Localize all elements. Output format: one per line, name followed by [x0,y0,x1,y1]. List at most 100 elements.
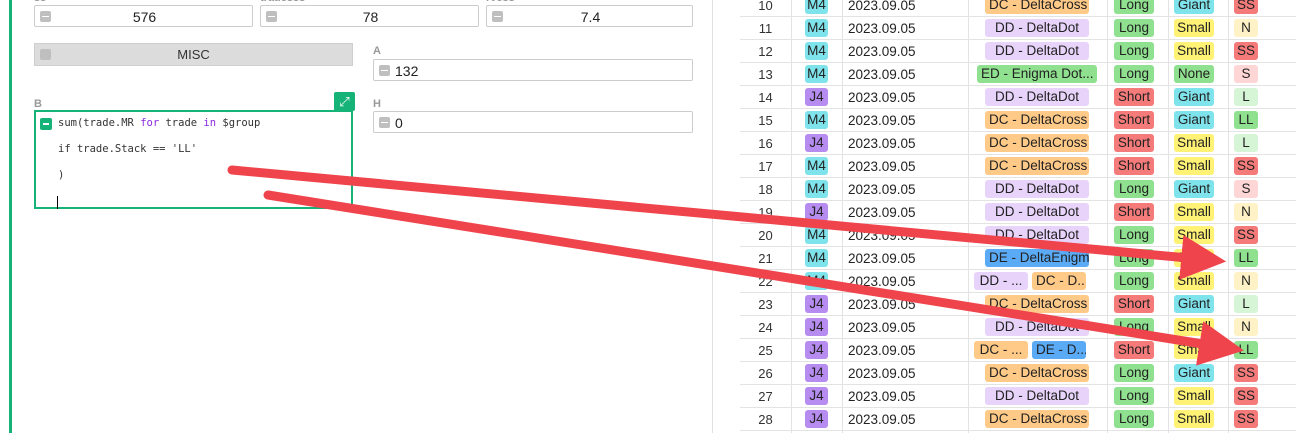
size-chip: Small [1174,203,1214,221]
table-row[interactable]: 14 J4 2023.09.05 DD - DeltaDot Short Giant L [740,86,1296,109]
direction-chip: Short [1114,88,1154,106]
account-chip: J4 [805,88,828,106]
date-cell: 2023.09.05 [848,274,916,289]
cell-type-icon [40,49,51,60]
size-chip: None [1174,65,1214,83]
date-cell: 2023.09.05 [848,366,916,381]
table-row[interactable]: 19 J4 2023.09.05 DD - DeltaDot Short Small N [740,201,1296,224]
table-row[interactable]: 28 J4 2023.09.05 DC - DeltaCross Long Small SS [740,408,1296,431]
row-number: 14 [758,90,773,105]
strategy-chip: ED - Enigma Dot... [977,65,1097,83]
date-cell: 2023.09.05 [848,205,916,220]
size-chip: Small [1174,318,1214,336]
record-card: ss 576 tradesss 78 rvess 7.4 MISC A 132 … [12,0,712,433]
stack-chip: LL [1234,111,1258,129]
direction-chip: Long [1114,272,1154,290]
strategy-chip: DD - DeltaDot [985,318,1089,336]
strategy-chip: DD - DeltaDot [985,19,1089,37]
table-row[interactable]: 20 M4 2023.09.05 DD - DeltaDot Long Small SS [740,224,1296,247]
table-row[interactable]: 11 M4 2023.09.05 DD - DeltaDot Long Small N [740,17,1296,40]
account-chip: M4 [805,226,828,244]
strategy-chip: DC - DeltaCross [985,410,1089,428]
table-row[interactable]: 13 M4 2023.09.05 ED - Enigma Dot... Long None… [740,63,1296,86]
table-row[interactable]: 25 J4 2023.09.05 DC - ... DE - D... Short Smal… [740,339,1296,362]
table-row[interactable]: 12 M4 2023.09.05 DD - DeltaDot Long Small SS [740,40,1296,63]
table-row[interactable]: 26 J4 2023.09.05 DC - DeltaCross Long Giant SS [740,362,1296,385]
date-cell: 2023.09.05 [848,320,916,335]
stack-chip: N [1234,19,1258,37]
account-chip: J4 [805,341,828,359]
date-cell: 2023.09.05 [848,21,916,36]
strategy-chip: DC - DeltaCross [985,134,1089,152]
row-number: 27 [758,389,773,404]
date-cell: 2023.09.05 [848,297,916,312]
direction-chip: Long [1114,180,1154,198]
strategy-chip: DD - DeltaDot [985,180,1089,198]
row-number: 23 [758,297,773,312]
table-row[interactable]: 22 M4 2023.09.05 DD - ... DC - D... Long Small… [740,270,1296,293]
cell-type-icon [40,118,52,130]
stack-chip: S [1234,65,1258,83]
account-chip: M4 [805,272,828,290]
field-a[interactable]: 132 [373,59,693,81]
field-a-value: 132 [395,63,419,79]
date-cell: 2023.09.05 [848,159,916,174]
account-chip: J4 [805,364,828,382]
row-number: 13 [758,67,773,82]
account-chip: J4 [805,318,828,336]
strategy-chip: DD - DeltaDot [985,203,1089,221]
panel-divider [712,0,713,433]
direction-chip: Long [1114,318,1154,336]
size-chip: Small [1174,42,1214,60]
stack-chip: N [1234,318,1258,336]
date-cell: 2023.09.05 [848,113,916,128]
size-chip: Giant [1174,295,1214,313]
direction-chip: Long [1114,226,1154,244]
field-h[interactable]: 0 [373,111,693,133]
table-row[interactable]: 16 J4 2023.09.05 DC - DeltaCross Short Small L [740,132,1296,155]
size-chip: Giant [1174,111,1214,129]
table-row[interactable]: 10 M4 2023.09.05 DC - DeltaCross Long Giant SS [740,0,1296,17]
stack-chip: L [1234,88,1258,106]
field-h-value: 0 [395,115,403,131]
table-row[interactable]: 17 M4 2023.09.05 DC - DeltaCross Short Small S… [740,155,1296,178]
formula-editor[interactable]: sum(trade.MR for trade in $group if trad… [34,110,353,209]
size-chip: Small [1174,226,1214,244]
size-chip: Small [1174,387,1214,405]
table-row[interactable]: 24 J4 2023.09.05 DD - DeltaDot Long Small N [740,316,1296,339]
date-cell: 2023.09.05 [848,182,916,197]
date-cell: 2023.09.05 [848,0,916,13]
field-label-tradesss: tradesss [260,0,305,4]
table-row[interactable]: 27 J4 2023.09.05 DD - DeltaDot Long Small SS [740,385,1296,408]
size-chip: Small [1174,272,1214,290]
direction-chip: Short [1114,134,1154,152]
field-label-rvess: rvess [486,0,515,4]
size-chip: Giant [1174,364,1214,382]
table-row[interactable]: 15 M4 2023.09.05 DC - DeltaCross Short Giant L… [740,109,1296,132]
account-chip: M4 [805,157,828,175]
field-label-ss: ss [34,0,46,4]
misc-button[interactable]: MISC [34,43,353,66]
stack-chip: S [1234,180,1258,198]
table-row[interactable]: 23 J4 2023.09.05 DC - DeltaCross Short Giant L [740,293,1296,316]
date-cell: 2023.09.05 [848,389,916,404]
date-cell: 2023.09.05 [848,412,916,427]
direction-chip: Long [1114,387,1154,405]
table-row[interactable]: 21 M4 2023.09.05 DE - DeltaEnigma Long Small L… [740,247,1296,270]
size-chip: Giant [1174,0,1214,14]
stack-chip: SS [1234,0,1258,14]
table-row[interactable]: 18 M4 2023.09.05 DD - DeltaDot Long Giant S [740,178,1296,201]
strategy-chip: DC - DeltaCross [985,111,1089,129]
field-rvess[interactable]: 7.4 [486,5,693,27]
date-cell: 2023.09.05 [848,44,916,59]
field-tradesss[interactable]: 78 [260,5,479,27]
size-chip: Small [1174,157,1214,175]
field-label-h: H [373,98,381,110]
field-ss[interactable]: 576 [34,5,253,27]
account-chip: M4 [805,111,828,129]
expand-icon[interactable]: ⤢ [334,92,355,111]
row-number: 16 [758,136,773,151]
strategy-chip: DD - DeltaDot [985,226,1089,244]
direction-chip: Long [1114,19,1154,37]
direction-chip: Long [1114,410,1154,428]
